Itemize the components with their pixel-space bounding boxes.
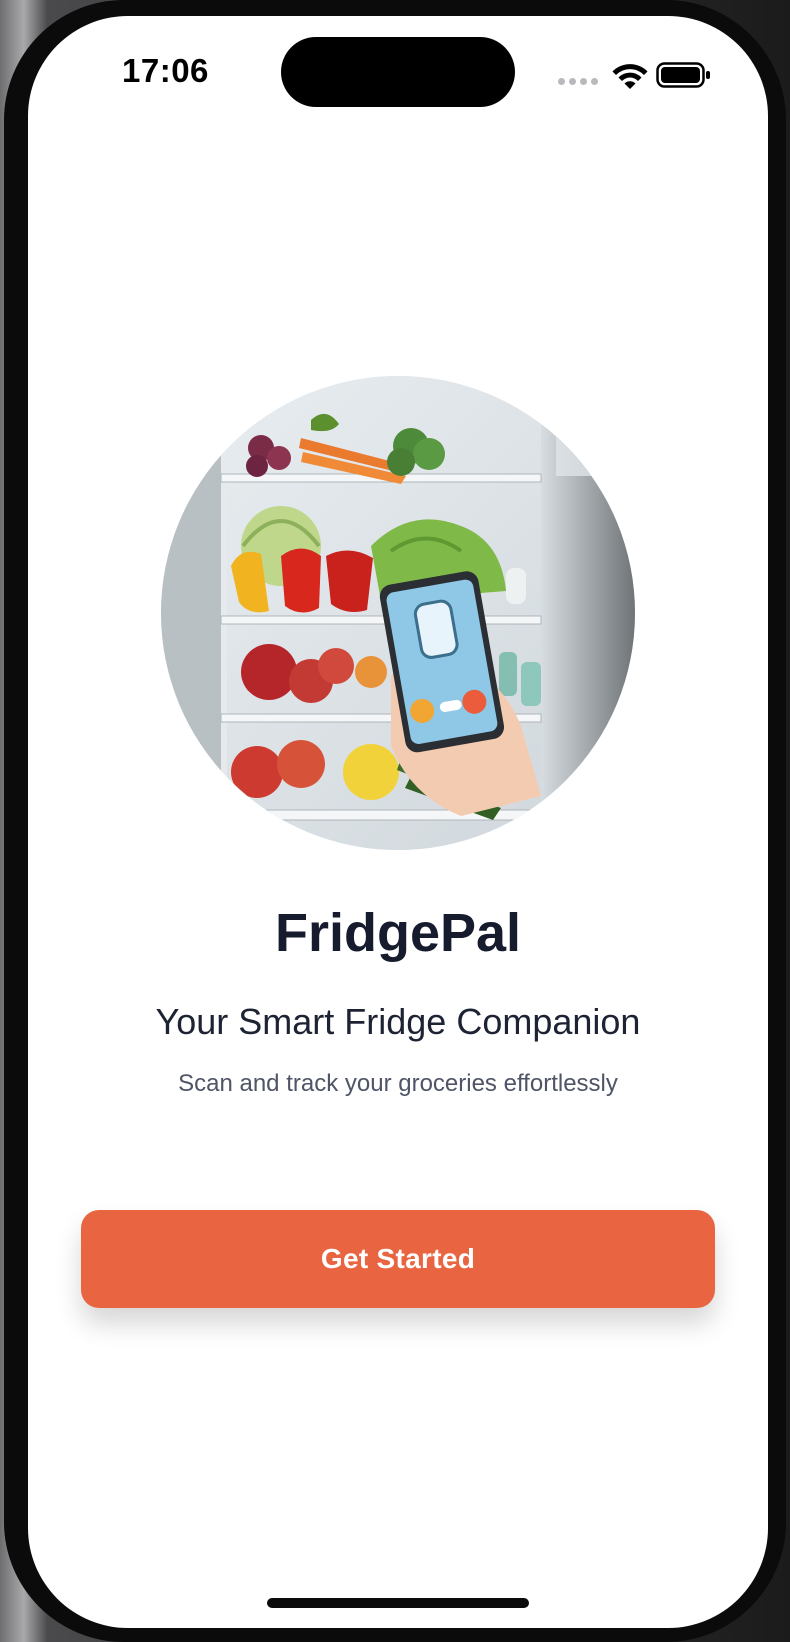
get-started-button[interactable]: Get Started [81, 1210, 715, 1308]
wifi-icon [612, 64, 648, 89]
device-bezel: 17:06 FridgePal Your Smart Fridge Compan… [4, 0, 786, 1642]
dynamic-island [281, 37, 515, 107]
app-tagline: Your Smart Fridge Companion [155, 1001, 641, 1042]
device-frame: 17:06 FridgePal Your Smart Fridge Compan… [0, 0, 790, 1642]
app-title: FridgePal [274, 903, 522, 963]
get-started-label: Get Started [320, 1243, 476, 1274]
status-time: 17:06 [122, 52, 209, 89]
fridge-illustration [161, 376, 635, 850]
app-screen: 17:06 FridgePal Your Smart Fridge Compan… [28, 16, 768, 1628]
cellular-signal-icon [558, 76, 598, 86]
status-bar: 17:06 [28, 16, 768, 126]
home-indicator[interactable] [267, 1598, 529, 1608]
app-subtitle: Scan and track your groceries effortless… [178, 1070, 618, 1097]
hero-image [161, 376, 635, 850]
battery-icon [656, 62, 710, 88]
